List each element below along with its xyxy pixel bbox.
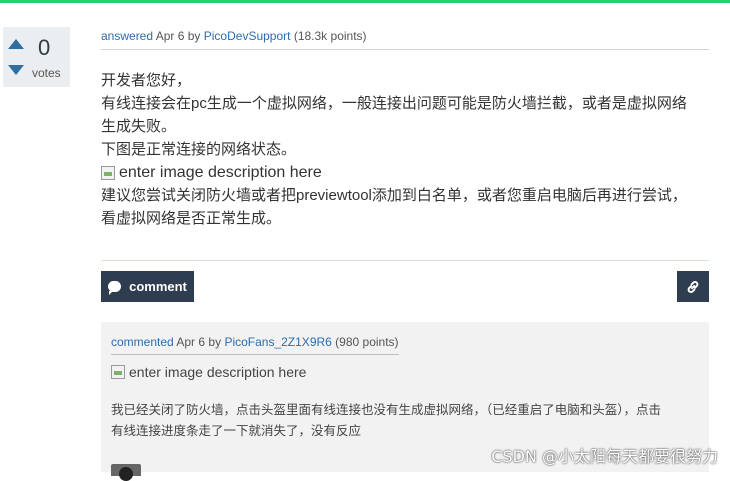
answer-greeting: 开发者您好， bbox=[101, 72, 192, 89]
top-accent-bar bbox=[0, 0, 730, 3]
speech-bubble-icon bbox=[108, 281, 122, 295]
link-icon bbox=[687, 280, 699, 293]
answer-points: (18.3k points) bbox=[293, 29, 367, 43]
watermark: CSDN @小太阳每天都要很努力 bbox=[491, 447, 718, 466]
answer-paragraph: 有线连接会在pc生成一个虚拟网络，一般连接出问题可能是防火墙拦截，或者是虚拟网络… bbox=[101, 95, 687, 135]
answer-body: 开发者您好， 有线连接会在pc生成一个虚拟网络，一般连接出问题可能是防火墙拦截，… bbox=[101, 69, 701, 230]
answer-author-link[interactable]: PicoDevSupport bbox=[204, 29, 291, 43]
answer-suggestion: 建议您尝试关闭防火墙或者把previewtool添加到白名单，或者您重启电脑后再… bbox=[101, 187, 687, 227]
vote-count: 0 bbox=[38, 35, 51, 60]
answered-link[interactable]: answered bbox=[101, 29, 153, 43]
broken-image-icon bbox=[111, 365, 125, 379]
vote-box: 0 votes bbox=[3, 27, 70, 87]
comment-meta: commented Apr 6 by PicoFans_2Z1X9R6 (980… bbox=[111, 335, 399, 355]
comment-text: 我已经关闭了防火墙，点击头盔里面有线连接也没有生成虚拟网络，（已经重启了电脑和头… bbox=[111, 403, 662, 438]
broken-image-icon bbox=[101, 165, 115, 180]
comment-button-label: comment bbox=[129, 279, 187, 294]
comment-by: by bbox=[208, 335, 222, 349]
answer-date: Apr 6 bbox=[155, 29, 185, 43]
answer-meta: answered Apr 6 by PicoDevSupport (18.3k … bbox=[101, 29, 709, 50]
downvote-arrow-icon[interactable] bbox=[8, 65, 24, 75]
comment-button[interactable]: comment bbox=[101, 271, 194, 302]
permalink-button[interactable] bbox=[677, 271, 709, 302]
comment-date: Apr 6 bbox=[176, 335, 206, 349]
avatar bbox=[111, 464, 141, 481]
answer-image-placeholder: enter image description here bbox=[101, 161, 701, 184]
answer-paragraph: 下图是正常连接的网络状态。 bbox=[101, 141, 297, 158]
answer-by: by bbox=[187, 29, 201, 43]
votes-label: votes bbox=[32, 66, 61, 80]
answer-image-alt: enter image description here bbox=[119, 164, 322, 181]
commented-link[interactable]: commented bbox=[111, 335, 174, 349]
comment-points: (980 points) bbox=[335, 335, 399, 349]
comment-author-link[interactable]: PicoFans_2Z1X9R6 bbox=[224, 335, 331, 349]
comment-image-placeholder: enter image description here bbox=[111, 364, 306, 380]
upvote-arrow-icon[interactable] bbox=[8, 39, 24, 49]
comment-image-alt: enter image description here bbox=[129, 364, 307, 380]
divider bbox=[101, 260, 709, 261]
